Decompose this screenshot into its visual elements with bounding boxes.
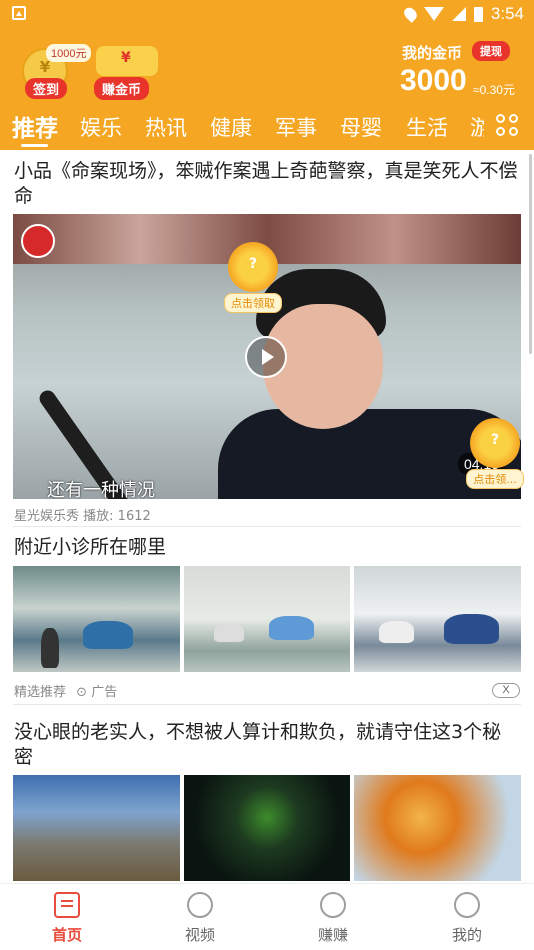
ad-image[interactable] xyxy=(183,566,351,672)
nav-video[interactable]: 视频 xyxy=(160,892,240,945)
close-ad-button[interactable]: X xyxy=(492,683,520,698)
tab-life[interactable]: 生活 xyxy=(406,112,448,142)
category-tabs: 推荐 娱乐 热讯 健康 军事 母婴 生活 游 xyxy=(0,108,534,150)
ad-image[interactable] xyxy=(354,566,522,672)
status-time: 3:54 xyxy=(490,4,524,23)
coins-rmb-value: ≈0.30元 xyxy=(473,83,515,97)
reward-coin-button[interactable]: ? 点击领... xyxy=(460,418,530,489)
ad-tag: ⊙ 广告 xyxy=(76,685,118,700)
nav-home[interactable]: 首页 xyxy=(27,892,107,945)
battery-icon xyxy=(473,6,483,22)
video-icon xyxy=(187,892,213,918)
earn-coins-icon[interactable] xyxy=(96,46,158,76)
reward-claim-label: 点击领... xyxy=(466,469,524,489)
scrollbar[interactable] xyxy=(529,154,532,354)
article-title[interactable]: 没心眼的老实人，不想被人算计和欺负，就请守住这3个秘密 xyxy=(14,720,520,770)
video-plays: 播放: 1612 xyxy=(83,509,151,524)
tab-health[interactable]: 健康 xyxy=(210,112,252,142)
coin-icon: ? xyxy=(470,418,520,468)
my-coins-label: 我的金币 xyxy=(402,44,463,62)
divider xyxy=(13,526,521,527)
coins-value: 3000 xyxy=(400,64,467,97)
video-source: 星光娱乐秀 xyxy=(14,509,80,524)
withdraw-button[interactable]: 提现 xyxy=(472,41,510,61)
article-image[interactable] xyxy=(183,775,351,881)
signin-amount-badge: 1000元 xyxy=(46,44,92,62)
signin-button[interactable]: 签到 xyxy=(25,78,68,99)
category-grid-icon[interactable] xyxy=(496,114,520,138)
active-tab-indicator xyxy=(21,144,48,147)
coin-icon: ? xyxy=(228,242,278,292)
play-icon[interactable] xyxy=(245,336,287,378)
ad-source: 精选推荐 xyxy=(14,685,67,700)
nav-profile-label: 我的 xyxy=(451,926,482,944)
nav-video-label: 视频 xyxy=(184,926,215,944)
nav-earn-label: 赚赚 xyxy=(317,926,348,944)
tab-recommend[interactable]: 推荐 xyxy=(12,109,58,143)
reward-claim-label: 点击领取 xyxy=(224,293,282,313)
article-image[interactable] xyxy=(13,775,180,881)
signal-icon xyxy=(451,7,466,21)
wifi-icon xyxy=(423,7,444,21)
nav-home-label: 首页 xyxy=(51,926,82,944)
tab-entertainment[interactable]: 娱乐 xyxy=(80,112,122,142)
earn-coins-button[interactable]: 赚金币 xyxy=(94,77,150,100)
tab-military[interactable]: 军事 xyxy=(275,112,317,142)
nav-earn[interactable]: 赚赚 xyxy=(293,892,373,945)
reward-coin-button[interactable]: ? 点击领取 xyxy=(218,242,288,313)
article-image[interactable] xyxy=(354,775,522,881)
home-icon xyxy=(54,892,80,918)
nav-profile[interactable]: 我的 xyxy=(427,892,507,945)
video-subtitle: 还有一种情况 xyxy=(47,480,155,499)
app-header: ¥ 1000元 签到 赚金币 我的金币 提现 3000 ≈0.30元 推荐 娱乐… xyxy=(0,28,534,150)
article-image-row[interactable] xyxy=(13,775,522,881)
ad-image-row[interactable] xyxy=(13,566,522,672)
channel-logo-icon xyxy=(21,224,55,258)
bottom-navigation: 首页 视频 赚赚 我的 xyxy=(0,883,534,950)
divider xyxy=(13,704,521,705)
video-article-title[interactable]: 小品《命案现场》，笨贼作案遇上奇葩警察，真是笑死人不偿命 xyxy=(14,159,520,209)
tab-hot-news[interactable]: 热讯 xyxy=(145,112,187,142)
location-icon xyxy=(401,5,420,23)
notification-icon xyxy=(12,6,26,20)
news-feed[interactable]: 小品《命案现场》，笨贼作案遇上奇葩警察，真是笑死人不偿命 还有一种情况 04:1… xyxy=(0,150,534,883)
profile-icon xyxy=(454,892,480,918)
ad-title[interactable]: 附近小诊所在哪里 xyxy=(14,535,520,560)
ad-image[interactable] xyxy=(13,566,180,672)
ad-meta: 精选推荐 ⊙ 广告 xyxy=(14,681,117,700)
video-meta: 星光娱乐秀 播放: 1612 xyxy=(14,505,151,524)
status-bar: 3:54 xyxy=(0,0,534,28)
earn-icon xyxy=(320,892,346,918)
tab-parenting[interactable]: 母婴 xyxy=(340,112,382,142)
tab-games[interactable]: 游 xyxy=(470,112,484,142)
